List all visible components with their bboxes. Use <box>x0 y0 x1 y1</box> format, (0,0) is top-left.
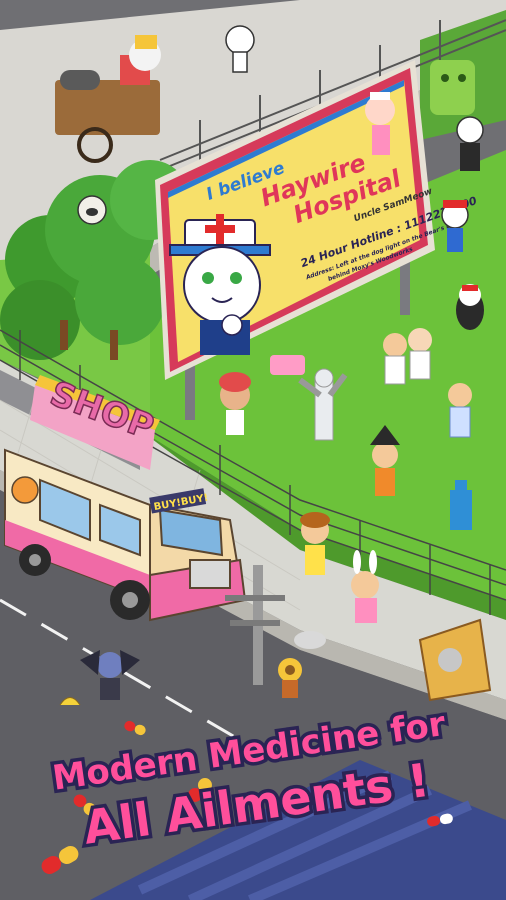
pink-pig-usb <box>270 355 305 375</box>
game-scene: I believe Haywire Hospital Uncle SamMeow… <box>0 0 506 900</box>
rain-cloud <box>294 631 326 649</box>
green-monster-hedge <box>430 60 475 115</box>
striped-patient-npc <box>448 383 472 438</box>
scene-illustration: I believe Haywire Hospital Uncle SamMeow… <box>0 0 506 900</box>
penguin-npc <box>456 284 484 330</box>
gangster-raccoon-npc <box>456 116 484 171</box>
